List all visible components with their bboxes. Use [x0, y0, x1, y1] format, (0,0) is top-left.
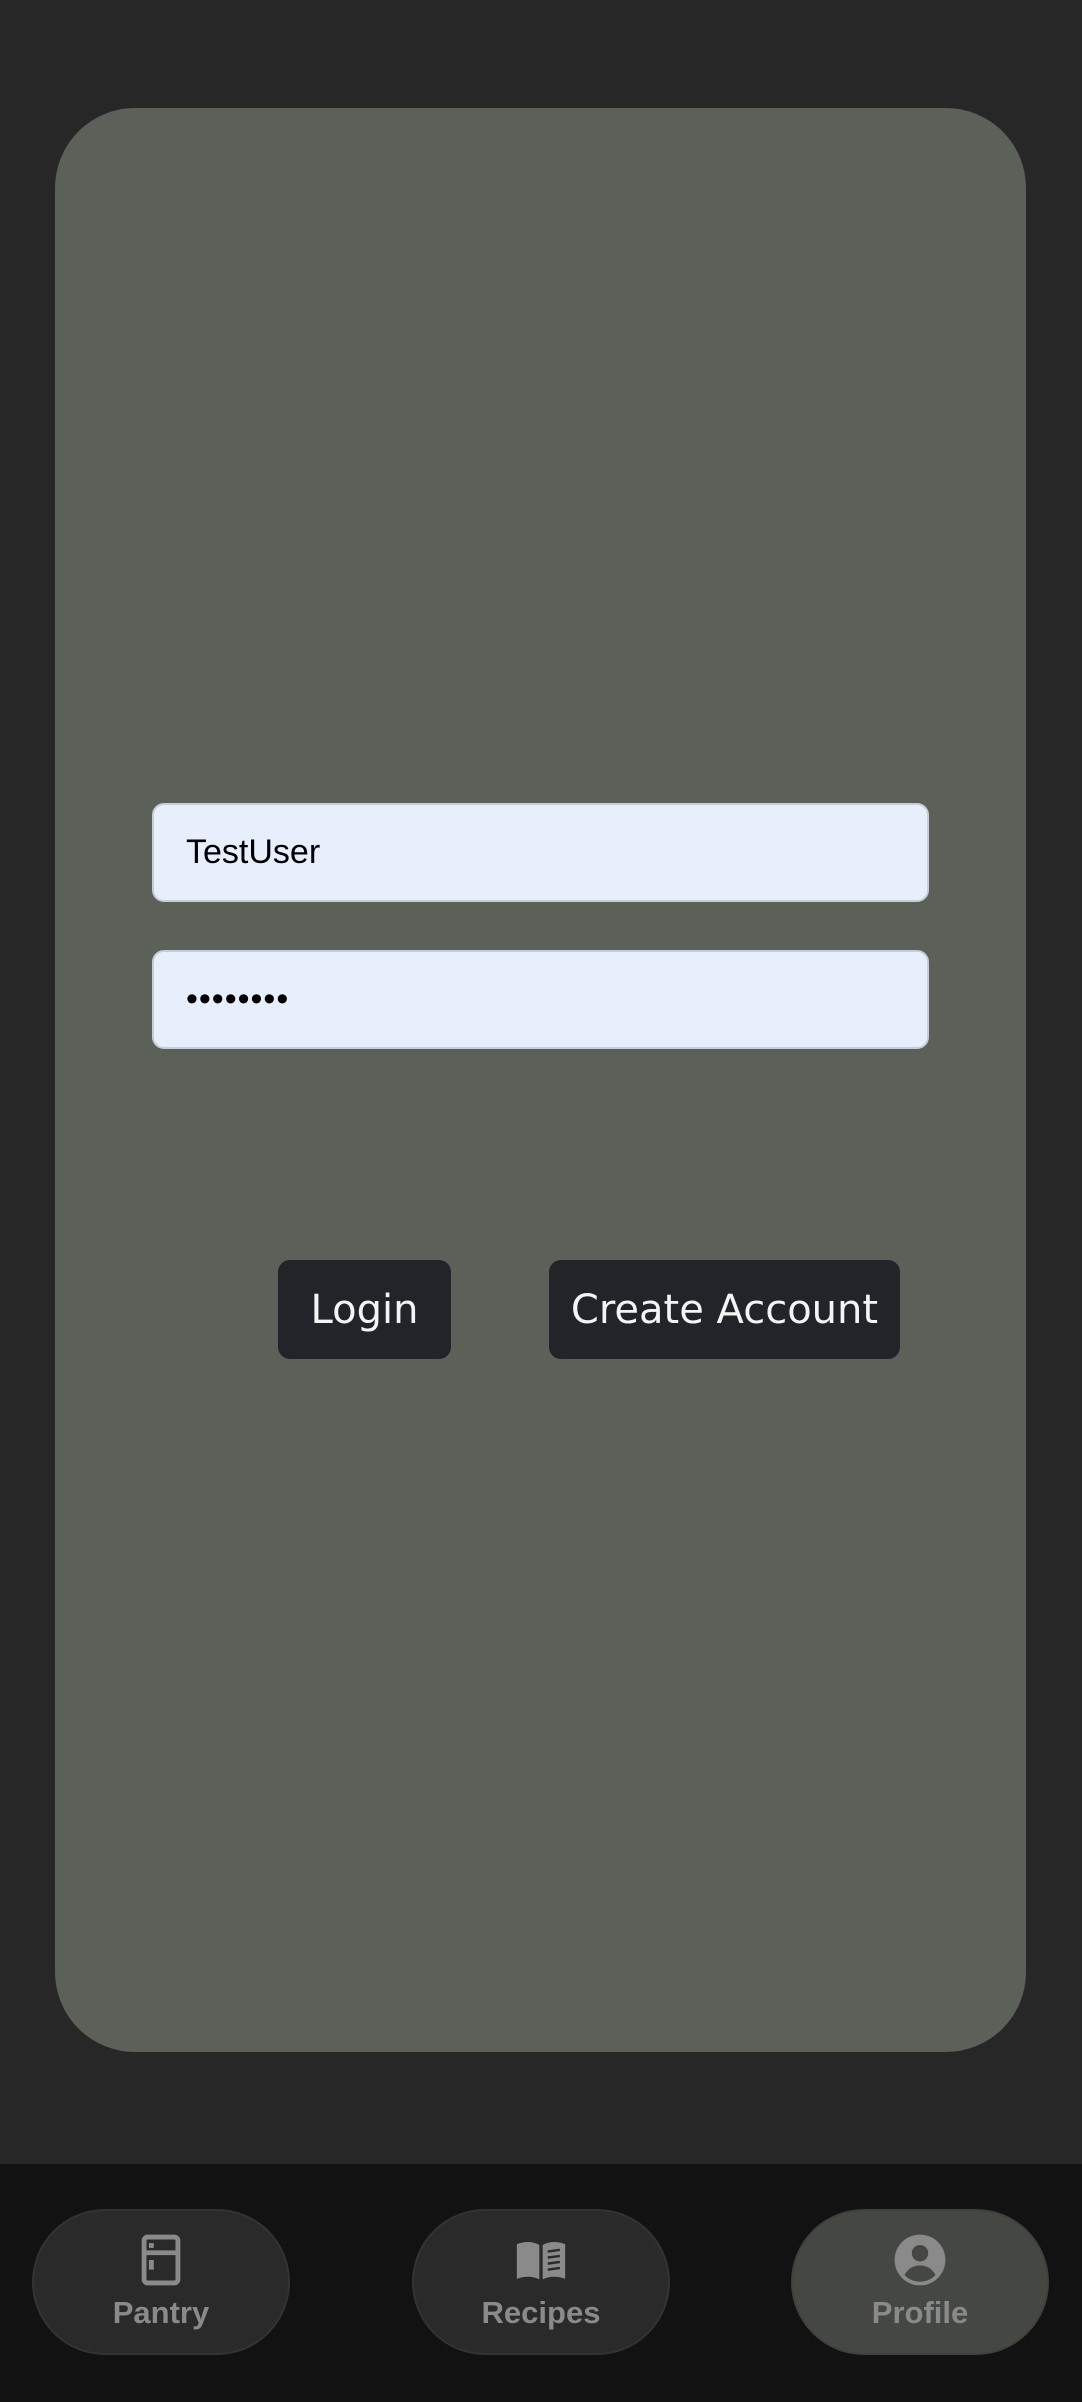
nav-label-profile: Profile [871, 2295, 969, 2330]
login-card [55, 108, 1026, 2052]
open-book-icon [512, 2231, 570, 2289]
nav-label-pantry: Pantry [112, 2295, 210, 2330]
account-circle-icon [891, 2231, 949, 2289]
nav-item-profile[interactable]: Profile [791, 2209, 1049, 2355]
username-input[interactable] [152, 803, 929, 902]
nav-item-pantry[interactable]: Pantry [32, 2209, 290, 2355]
password-input[interactable] [152, 950, 929, 1049]
nav-item-recipes[interactable]: Recipes [412, 2209, 670, 2355]
login-button[interactable]: Login [278, 1260, 451, 1359]
fridge-icon [132, 2231, 190, 2289]
nav-label-recipes: Recipes [481, 2295, 601, 2330]
bottom-navigation: Pantry Recipes Profile [0, 2164, 1082, 2402]
create-account-button[interactable]: Create Account [549, 1260, 900, 1359]
